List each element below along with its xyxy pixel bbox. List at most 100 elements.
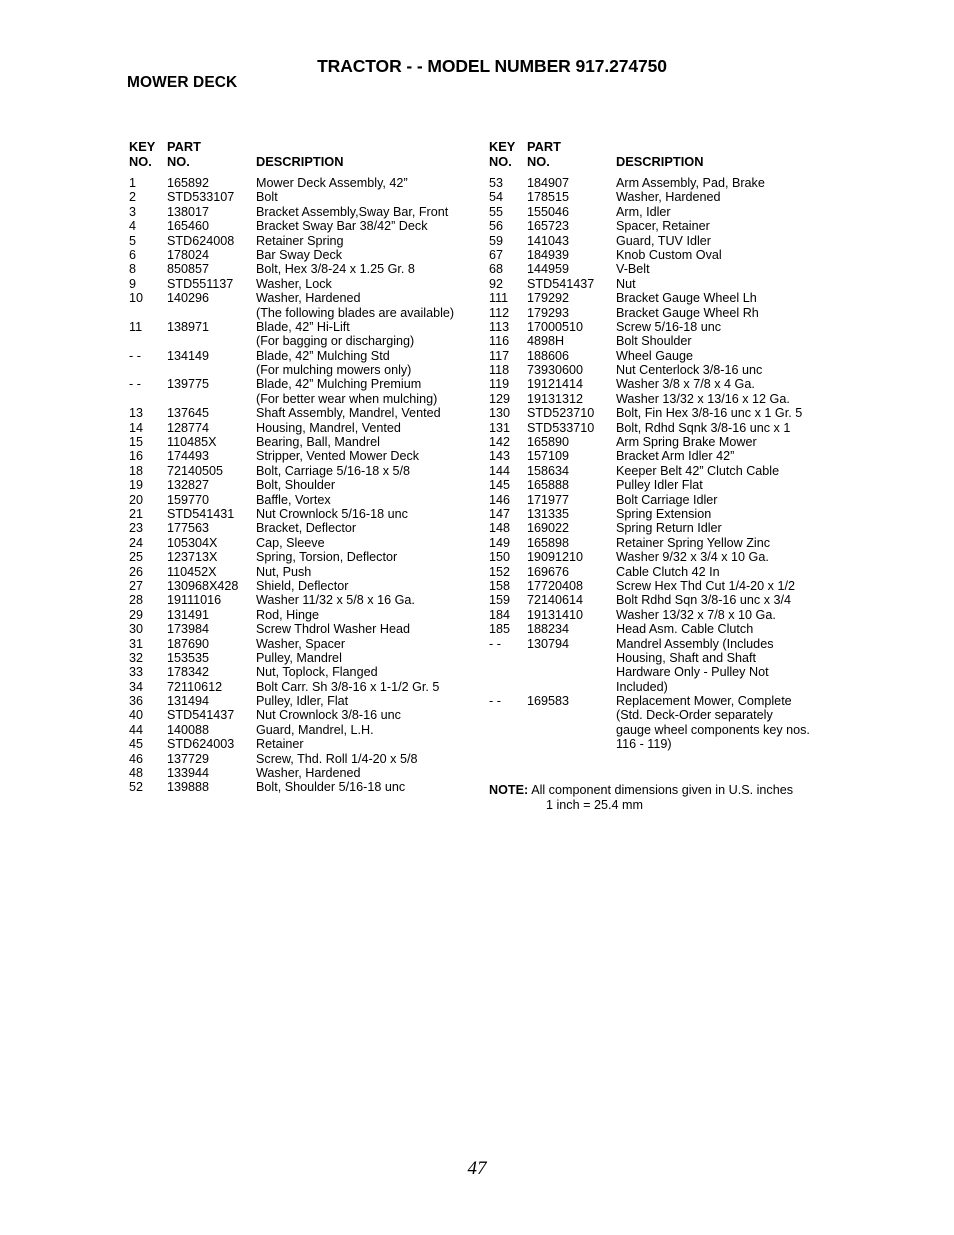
cell-key-number: 13 [129, 406, 144, 421]
cell-description: Bracket Sway Bar 38/42” Deck [256, 219, 428, 234]
cell-description: Spacer, Retainer [616, 219, 710, 234]
cell-part-number: 17720408 [527, 578, 584, 593]
cell-key-number: 56 [489, 219, 504, 234]
cell-part-number: 177563 [167, 521, 210, 536]
cell-description: Head Asm. Cable Clutch [616, 622, 754, 637]
cell-description: Nut, Push [256, 564, 312, 579]
header-part-line1: PART [167, 139, 201, 154]
cell-description: Blade, 42” Mulching Premium [256, 377, 422, 392]
cell-description: Mower Deck Assembly, 42” [256, 176, 408, 190]
cell-key-number: - - [129, 348, 141, 363]
cell-part-number: 133944 [167, 766, 210, 781]
cell-part-number: 165890 [527, 435, 570, 450]
cell-key-number: - - [489, 636, 501, 651]
cell-description: Washer 13/32 x 7/8 x 10 Ga. [616, 607, 776, 622]
cell-part-number: 73930600 [527, 363, 584, 378]
cell-description: Nut [616, 276, 636, 291]
header-key-line1: KEY [489, 139, 516, 154]
cell-key-number: 118 [489, 363, 510, 378]
header-description: DESCRIPTION [616, 154, 704, 169]
cell-description: Guard, Mandrel, L.H. [256, 722, 374, 737]
cell-key-number: 119 [489, 377, 510, 392]
cell-description: Bearing, Ball, Mandrel [256, 435, 380, 450]
cell-key-number: 146 [489, 492, 511, 507]
cell-description: gauge wheel components key nos. [616, 722, 810, 737]
cell-part-number: 174493 [167, 449, 210, 464]
cell-key-number: 14 [129, 420, 144, 435]
cell-part-number: 130968X428 [167, 578, 239, 593]
cell-part-number: STD624008 [167, 233, 235, 248]
cell-description: Bolt, Shoulder 5/16-18 unc [256, 780, 406, 795]
cell-key-number: 20 [129, 492, 144, 507]
cell-description: Spring, Torsion, Deflector [256, 550, 398, 565]
cell-part-number: 19131312 [527, 391, 584, 406]
cell-part-number: 850857 [167, 262, 210, 277]
header-key-line2: NO. [129, 154, 152, 169]
cell-part-number: 165888 [527, 478, 570, 493]
cell-description: Pulley, Idler, Flat [256, 694, 349, 709]
cell-part-number: 171977 [527, 492, 570, 507]
cell-part-number: STD533710 [527, 420, 595, 435]
cell-description: Hardware Only - Pulley Not [616, 665, 769, 680]
cell-part-number: STD551137 [167, 276, 234, 291]
cell-description: Bolt, Hex 3/8-24 x 1.25 Gr. 8 [256, 262, 415, 277]
cell-description: Arm Assembly, Pad, Brake [616, 176, 765, 190]
note-line-1: All component dimensions given in U.S. i… [531, 783, 793, 797]
cell-part-number: 131335 [527, 506, 570, 521]
cell-key-number: 40 [129, 708, 144, 723]
cell-key-number: 148 [489, 521, 511, 536]
cell-description: Nut Crownlock 5/16-18 unc [256, 506, 408, 521]
cell-description: Arm, Idler [616, 204, 671, 219]
cell-key-number: 144 [489, 463, 511, 478]
cell-part-number: 173984 [167, 622, 210, 637]
header-part-line2: NO. [527, 154, 550, 169]
cell-key-number: 112 [489, 305, 510, 320]
cell-key-number: 59 [489, 233, 504, 248]
cell-part-number: 153535 [167, 650, 210, 665]
cell-description: Screw 5/16-18 unc [616, 319, 722, 334]
cell-description: Pulley, Mandrel [256, 650, 342, 665]
parts-manual-page: TRACTOR - - MODEL NUMBER 917.274750 MOWE… [0, 0, 954, 1235]
header-key-line2: NO. [489, 154, 512, 169]
cell-description: Bolt Carriage Idler [616, 492, 718, 507]
cell-description: Retainer Spring [256, 233, 344, 248]
cell-part-number: 158634 [527, 463, 570, 478]
cell-key-number: 159 [489, 593, 511, 608]
cell-key-number: 116 [489, 334, 510, 349]
cell-part-number: 184907 [527, 176, 570, 190]
cell-part-number: 178342 [167, 665, 210, 680]
cell-description: (For better wear when mulching) [256, 391, 438, 406]
header-description: DESCRIPTION [256, 154, 344, 169]
cell-key-number: 131 [489, 420, 511, 435]
cell-description: Washer, Hardened [616, 190, 721, 205]
cell-key-number: 16 [129, 449, 144, 464]
header-part-line1: PART [527, 139, 561, 154]
cell-description: Knob Custom Oval [616, 247, 722, 262]
cell-key-number: 30 [129, 622, 144, 637]
cell-description: Bracket, Deflector [256, 521, 357, 536]
cell-key-number: 158 [489, 578, 511, 593]
section-title: MOWER DECK [127, 74, 238, 91]
cell-part-number: 4898H [527, 334, 565, 349]
cell-description: Washer 3/8 x 7/8 x 4 Ga. [616, 377, 755, 392]
cell-key-number: 149 [489, 535, 511, 550]
cell-part-number: STD541431 [167, 506, 235, 521]
cell-part-number: 165723 [527, 219, 570, 234]
note-label: NOTE: [489, 783, 529, 797]
cell-part-number: STD624003 [167, 737, 235, 752]
cell-key-number: 4 [129, 219, 137, 234]
cell-description: Washer 13/32 x 13/16 x 12 Ga. [616, 391, 790, 406]
cell-key-number: - - [489, 694, 501, 709]
cell-part-number: STD523710 [527, 406, 595, 421]
cell-part-number: 140296 [167, 291, 210, 306]
cell-key-number: 92 [489, 276, 504, 291]
cell-part-number: 137729 [167, 751, 210, 766]
cell-part-number: 72110612 [167, 679, 223, 694]
cell-part-number: 134149 [167, 348, 210, 363]
cell-key-number: 44 [129, 722, 144, 737]
cell-part-number: 123713X [167, 550, 218, 565]
cell-description: Cap, Sleeve [256, 535, 325, 550]
cell-key-number: 27 [129, 578, 144, 593]
note-block: NOTE: All component dimensions given in U… [489, 783, 793, 812]
cell-description: Housing, Mandrel, Vented [256, 420, 401, 435]
